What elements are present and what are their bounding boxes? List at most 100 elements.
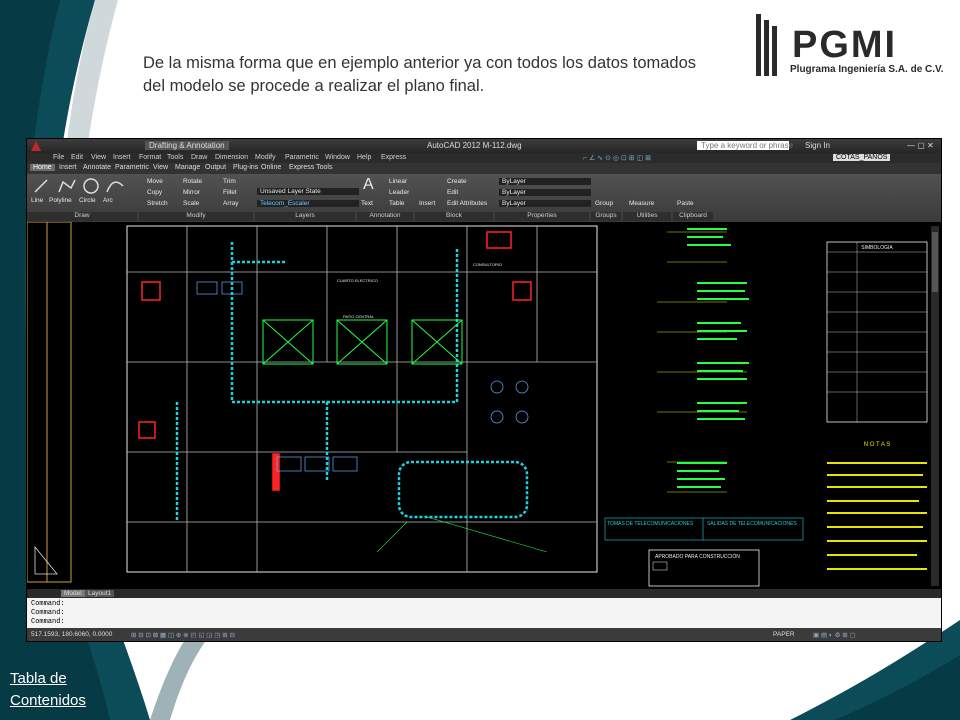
menu-tools[interactable]: Tools	[167, 154, 183, 161]
arc-button[interactable]: Arc	[103, 197, 113, 204]
coordinate-readout: 517.1593, 180.6060, 0.0000	[31, 631, 113, 638]
tab-view[interactable]: View	[153, 164, 168, 171]
stretch-button[interactable]: Stretch	[147, 200, 168, 207]
trim-button[interactable]: Trim	[223, 178, 236, 185]
paper-space-toggle[interactable]: PAPER	[773, 631, 795, 638]
sign-in-button[interactable]: Sign In	[805, 141, 830, 150]
tab-express-tools[interactable]: Express Tools	[289, 164, 332, 171]
floor-plan-drawing: SIMBOLOGIA N O T A S TOMAS DE TELECOMUNI…	[27, 221, 939, 587]
room-label-patio: PATIO CENTRAL	[343, 314, 375, 319]
autocad-title-bar: Drafting & Annotation AutoCAD 2012 M-112…	[27, 139, 941, 153]
menu-view[interactable]: View	[91, 154, 106, 161]
table-title-left: TOMAS DE TELECOMUNICACIONES	[607, 521, 694, 527]
create-block-button[interactable]: Create	[447, 178, 467, 185]
menu-format[interactable]: Format	[139, 154, 161, 161]
search-input[interactable]: Type a keyword or phrase	[697, 141, 793, 150]
menu-file[interactable]: File	[53, 154, 64, 161]
tab-model[interactable]: Model	[61, 590, 85, 597]
edit-attributes-button[interactable]: Edit Attributes	[447, 200, 487, 207]
mirror-button[interactable]: Mirror	[183, 189, 200, 196]
tab-insert[interactable]: Insert	[59, 164, 77, 171]
room-label-office: CONSULTORIO	[473, 262, 502, 267]
ribbon-tabs: Home Insert Annotate Parametric View Man…	[27, 163, 941, 174]
tab-layout1[interactable]: Layout1	[85, 590, 115, 597]
polyline-button[interactable]: Polyline	[49, 197, 72, 204]
table-button[interactable]: Table	[389, 200, 405, 207]
move-button[interactable]: Move	[147, 178, 163, 185]
leader-button[interactable]: Leader	[389, 189, 409, 196]
panel-modify: Modify	[139, 212, 253, 221]
fillet-button[interactable]: Fillet	[223, 189, 237, 196]
linear-button[interactable]: Linear	[389, 178, 407, 185]
stamp-title: APROBADO PARA CONSTRUCCIÓN	[655, 553, 740, 560]
room-label-electrical: CUARTO ELECTRICO	[337, 278, 378, 283]
window-controls[interactable]: — ▢ ✕	[907, 141, 934, 150]
panel-groups: Groups	[591, 212, 621, 221]
command-input[interactable]: Command:	[31, 618, 65, 626]
array-button[interactable]: Array	[223, 200, 239, 207]
command-history-2: Command:	[31, 609, 65, 617]
status-bar: 517.1593, 180.6060, 0.0000 ⊞ ⊟ ⊡ ⊠ ▦ ◫ ⊕…	[27, 628, 941, 641]
command-line[interactable]: Command: Command: Command:	[27, 598, 941, 628]
copy-button[interactable]: Copy	[147, 189, 162, 196]
current-layer-select[interactable]: Telecom_Escaler	[257, 200, 359, 207]
menu-edit[interactable]: Edit	[71, 154, 83, 161]
insert-block-button[interactable]: Insert	[419, 200, 435, 207]
panel-layers: Layers	[255, 212, 355, 221]
paste-button[interactable]: Paste	[677, 200, 694, 207]
tab-plugins[interactable]: Plug-ins	[233, 164, 258, 171]
tab-online[interactable]: Online	[261, 164, 281, 171]
panel-utilities: Utilities	[623, 212, 671, 221]
linetype-select[interactable]: ByLayer	[499, 189, 591, 196]
menu-dimension[interactable]: Dimension	[215, 154, 248, 161]
vertical-scrollbar-thumb[interactable]	[932, 232, 938, 292]
dimstyle-select[interactable]: COTAS_PAÑOS	[833, 154, 891, 161]
table-of-contents-link[interactable]: Tabla de Contenidos	[10, 668, 110, 712]
quick-toolbar-icons[interactable]: ⌐ ∠ ∿ ⊙ ◎ ⊡ ⊞ ◫ ⊠	[583, 154, 651, 162]
scale-button[interactable]: Scale	[183, 200, 199, 207]
tab-parametric[interactable]: Parametric	[115, 164, 149, 171]
lineweight-select[interactable]: ByLayer	[499, 200, 591, 207]
group-button[interactable]: Group	[595, 200, 613, 207]
panel-clipboard: Clipboard	[673, 212, 713, 221]
line-button[interactable]: Line	[31, 197, 43, 204]
window-title: AutoCAD 2012 M-112.dwg	[427, 141, 522, 150]
rotate-button[interactable]: Rotate	[183, 178, 202, 185]
layout-tabs: Model Layout1	[27, 589, 941, 598]
status-tray-icons[interactable]: ▣ ▤ ◐ ⚙ ⊞ ▢	[813, 631, 856, 639]
logo-wordmark: PGMI	[792, 24, 898, 66]
measure-button[interactable]: Measure	[629, 200, 654, 207]
text-button[interactable]: Text	[361, 200, 373, 207]
tab-annotate[interactable]: Annotate	[83, 164, 111, 171]
panel-properties: Properties	[495, 212, 589, 221]
edit-block-button[interactable]: Edit	[447, 189, 458, 196]
menu-help[interactable]: Help	[357, 154, 371, 161]
workspace-select[interactable]: Drafting & Annotation	[145, 141, 229, 150]
symbology-title: SIMBOLOGIA	[861, 245, 893, 251]
menu-draw[interactable]: Draw	[191, 154, 207, 161]
menu-window[interactable]: Window	[325, 154, 350, 161]
menu-insert[interactable]: Insert	[113, 154, 131, 161]
tab-output[interactable]: Output	[205, 164, 226, 171]
autocad-app-icon[interactable]	[31, 141, 41, 153]
menu-express[interactable]: Express	[381, 154, 406, 161]
ucs-icon	[34, 545, 58, 575]
panel-draw: Draw	[27, 212, 137, 221]
tab-manage[interactable]: Manage	[175, 164, 200, 171]
drawing-canvas[interactable]: SIMBOLOGIA N O T A S TOMAS DE TELECOMUNI…	[27, 221, 941, 589]
color-select[interactable]: ByLayer	[499, 178, 591, 185]
menu-parametric[interactable]: Parametric	[285, 154, 319, 161]
menu-modify[interactable]: Modify	[255, 154, 276, 161]
circle-button[interactable]: Circle	[79, 197, 96, 204]
drafting-toggle-icons[interactable]: ⊞ ⊟ ⊡ ⊠ ▦ ◫ ⊕ ⊗ ◰ ◱ ◲ ◳ ⊞ ⊟	[131, 631, 235, 639]
tab-home[interactable]: Home	[30, 164, 55, 171]
panel-block: Block	[415, 212, 493, 221]
command-history-1: Command:	[31, 600, 65, 608]
menu-bar: File Edit View Insert Format Tools Draw …	[27, 153, 941, 163]
layer-state-select[interactable]: Unsaved Layer State	[257, 188, 359, 195]
slide-caption: De la misma forma que en ejemplo anterio…	[143, 54, 697, 95]
logo-subtitle: Plugrama Ingeniería S.A. de C.V.	[790, 64, 944, 75]
panel-annotation: Annotation	[357, 212, 413, 221]
text-tool-icon[interactable]: A	[363, 176, 374, 194]
notes-title: N O T A S	[864, 442, 890, 448]
